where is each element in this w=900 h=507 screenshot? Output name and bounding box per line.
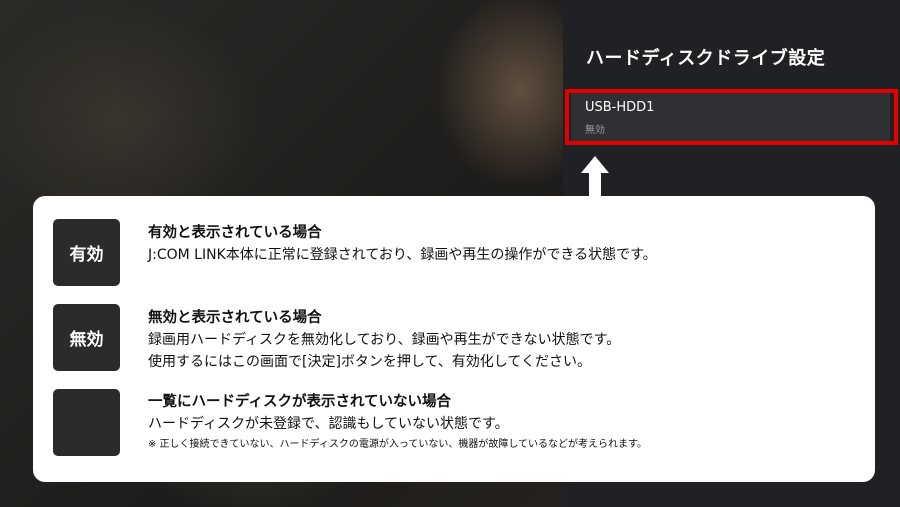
arrow-up-icon — [581, 156, 609, 200]
status-badge-empty — [53, 389, 120, 456]
help-description: 録画用ハードディスクを無効化しており、録画や再生ができない状態です。 — [148, 332, 621, 348]
help-heading: 一覧にハードディスクが表示されていない場合 — [148, 394, 452, 410]
help-description: J:COM LINK本体に正常に登録されており、録画や再生の操作ができる状態です… — [148, 247, 657, 263]
help-heading: 無効と表示されている場合 — [148, 310, 322, 326]
help-description: ハードディスクが未登録で、認識もしていない状態です。 — [148, 416, 509, 432]
help-heading: 有効と表示されている場合 — [148, 225, 322, 241]
help-dialog: 有効 有効と表示されている場合 J:COM LINK本体に正常に登録されており、… — [33, 196, 875, 482]
status-badge-enabled: 有効 — [53, 219, 120, 286]
help-note: ※ 正しく接続できていない、ハードディスクの電源が入っていない、機器が故障してい… — [148, 439, 648, 450]
status-badge-disabled: 無効 — [53, 304, 120, 371]
help-description: 使用するにはこの画面で[決定]ボタンを押して、有効化してください。 — [148, 354, 591, 370]
panel-title: ハードディスクドライブ設定 — [586, 48, 826, 69]
highlight-frame — [565, 89, 898, 145]
